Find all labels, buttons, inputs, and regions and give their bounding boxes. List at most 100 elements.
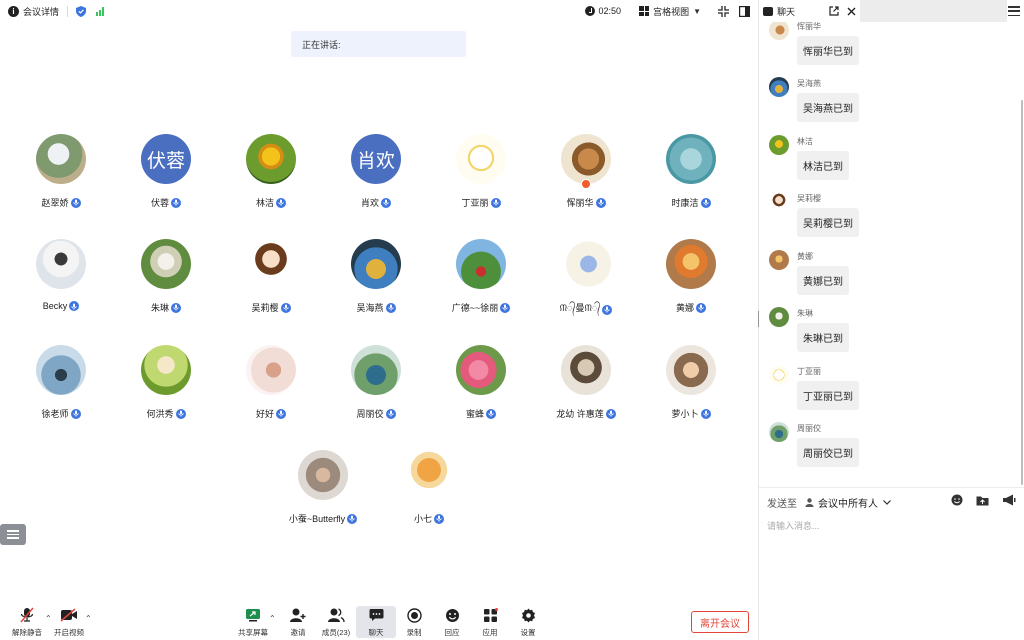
participant-tile[interactable]: 朱琳 [116,239,216,314]
start-video-label: 开启视频 [54,628,84,637]
participant-tile[interactable]: 蜜蜂 [431,345,531,420]
start-video-button[interactable]: 开启视频 [49,606,89,638]
send-to-selector[interactable]: 会议中所有人 [818,495,878,510]
leave-meeting-button[interactable]: 离开会议 [691,611,749,633]
participant-tile[interactable]: 小七 [379,450,479,525]
apps-label: 应用 [482,628,498,637]
mic-status-icon [700,408,711,419]
mic-status-icon [70,197,81,208]
meeting-info-label[interactable]: 会议详情 [23,5,59,18]
participant-tile[interactable]: 萝小卜 [641,345,741,420]
message-bubble[interactable]: 丁亚丽已到 [797,381,859,410]
host-badge-icon [581,179,591,189]
security-shield-icon[interactable] [76,5,87,17]
participant-tile[interactable]: 吴海燕 [326,239,426,314]
view-mode-selector[interactable]: 宫格视图 [653,5,689,18]
share-screen-button[interactable]: 共享屏幕 [233,606,273,638]
participant-tile[interactable]: 林洁 [221,134,321,209]
participant-name: 小蚕~Butterfly [288,514,346,524]
sidebar-layout-icon [738,5,750,17]
participant-tile[interactable]: 何洪秀 [116,345,216,420]
members-button[interactable]: 成员(23) [316,606,356,638]
close-icon[interactable] [847,7,856,16]
active-speaker-banner: 正在讲话: [291,31,466,57]
participant-tile[interactable]: 伏蓉 伏蓉 [116,134,216,209]
settings-label: 设置 [520,628,536,637]
mic-status-icon [280,302,291,313]
message-bubble[interactable]: 吴海燕已到 [797,93,859,122]
participant-tile[interactable]: 黄娜 [641,239,741,314]
record-button[interactable]: 录制 [394,606,434,638]
participant-avatar [456,345,506,395]
participant-name-row: 时康洁 [641,196,741,209]
layout-toggle-button[interactable] [734,1,754,21]
sender-name: 恽丽华 [797,22,821,31]
network-signal-icon[interactable] [96,6,105,16]
participant-tile[interactable]: 龙幼 许惠莲 [536,345,636,420]
message-bubble[interactable]: 朱琳已到 [797,323,849,352]
mic-status-icon [276,197,286,208]
chat-message-input[interactable] [767,519,1007,533]
participant-tile[interactable]: 徐老师 [11,345,111,420]
mic-status-icon [171,197,181,208]
share-options-caret-icon[interactable]: ⌃ [269,614,276,623]
participant-avatar [36,134,86,184]
floating-list-button[interactable] [0,524,26,545]
participant-tile[interactable]: 丁亚丽 [431,134,531,209]
participant-tile[interactable]: 广德~~徐丽 [431,239,531,314]
mic-status-icon [486,408,496,419]
message-bubble[interactable]: 周丽佼已到 [797,438,859,467]
participant-tile[interactable]: 恽丽华 [536,134,636,209]
menu-icon[interactable] [1008,6,1020,16]
sender-avatar [769,135,789,155]
message-bubble[interactable]: 恽丽华已到 [797,36,859,65]
chat-panel: 聊天 恽丽华 恽丽华已到 吴海燕 吴海燕已到 林洁 林洁已到 吴莉樱 吴莉樱已到 黄娜 黄娜已到朱… [759,0,1024,640]
participant-tile[interactable]: 周丽佼 [326,345,426,420]
settings-button[interactable]: 设置 [508,606,548,638]
participant-name: 林洁 [255,198,274,208]
chat-scrollbar[interactable] [1021,100,1023,485]
apps-button[interactable]: 应用 [470,606,510,638]
message-bubble[interactable]: 林洁已到 [797,151,849,180]
participant-name-row: 肖欢 [326,196,426,209]
participant-avatar [561,345,611,395]
chevron-down-icon[interactable] [883,499,891,505]
video-options-caret-icon[interactable]: ⌃ [85,614,92,623]
unmute-button[interactable]: 解除静音 [7,606,47,638]
mic-status-icon [69,301,80,311]
participant-tile[interactable]: 吴莉樱 [221,239,321,314]
chat-button[interactable]: 聊天 [356,606,396,638]
exit-fullscreen-button[interactable] [713,1,733,21]
chevron-down-icon[interactable]: ▼ [693,7,701,16]
folder-icon[interactable] [976,495,989,506]
participant-name: 好好 [255,409,274,419]
message-bubble[interactable]: 黄娜已到 [797,266,849,295]
reactions-label: 回应 [444,628,460,637]
grid-view-icon[interactable] [639,6,650,16]
participant-name: 徐老师 [41,409,69,419]
participant-name-row: 黄娜 [641,301,741,314]
participant-tile[interactable]: 赵翠娇 [11,134,111,209]
participant-tile[interactable]: 肖欢 肖欢 [326,134,426,209]
mic-status-icon [602,304,613,315]
person-icon [805,497,814,507]
participant-tile[interactable]: Becky [11,239,111,311]
emoji-icon[interactable] [951,494,963,506]
mic-status-icon [434,513,444,524]
participant-avatar [351,239,401,289]
divider [67,5,69,17]
megaphone-icon[interactable] [1002,494,1016,506]
reactions-button[interactable]: 回应 [432,606,472,638]
sender-name: 丁亚丽 [797,367,821,376]
pop-out-icon[interactable] [829,6,839,16]
invite-button[interactable]: 邀请 [278,606,318,638]
participant-tile[interactable]: 好好 [221,345,321,420]
message-bubble[interactable]: 吴莉樱已到 [797,208,859,237]
info-icon[interactable]: i [8,5,19,17]
share-screen-icon [246,609,260,622]
participant-tile[interactable]: 小蚕~Butterfly [273,450,373,525]
participant-tile[interactable]: 时康洁 [641,134,741,209]
participant-tile[interactable]: ᙏ᭄曼ᙏ᭄ [536,239,636,318]
participant-name-row: 朱琳 [116,301,216,314]
mic-status-icon [700,197,711,208]
